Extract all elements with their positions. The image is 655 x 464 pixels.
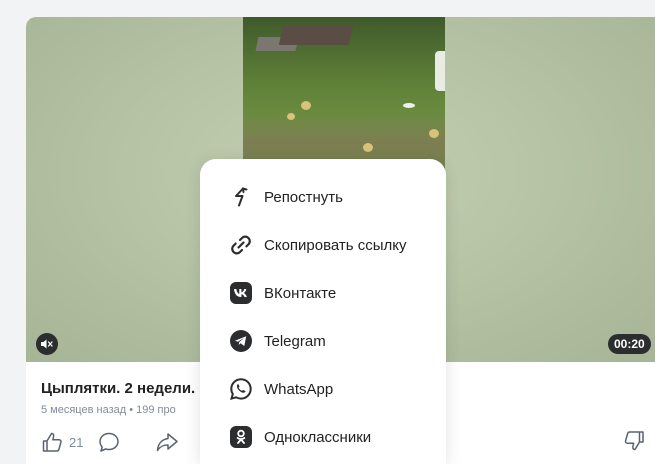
share-item-label: Репостнуть xyxy=(264,188,343,206)
thumbs-down-icon xyxy=(624,431,644,451)
dislike-button[interactable] xyxy=(622,429,646,458)
share-button[interactable] xyxy=(155,431,179,453)
video-actions: 21 xyxy=(41,427,179,457)
thumbs-up-icon xyxy=(42,432,62,452)
frame-object xyxy=(435,51,445,91)
mute-button[interactable] xyxy=(36,333,58,355)
share-item-repost[interactable]: Репостнуть xyxy=(200,173,446,221)
share-item-label: ВКонтакте xyxy=(264,284,337,302)
share-item-label: Скопировать ссылку xyxy=(264,236,407,254)
link-icon xyxy=(228,232,254,258)
mute-icon xyxy=(41,339,53,349)
telegram-icon xyxy=(228,328,254,354)
comment-button[interactable] xyxy=(97,431,121,453)
comment-icon xyxy=(99,432,120,452)
chick xyxy=(301,101,311,110)
odnoklassniki-icon xyxy=(228,424,254,450)
share-item-label: Telegram xyxy=(264,332,326,350)
like-count: 21 xyxy=(69,434,84,450)
whatsapp-icon xyxy=(228,376,254,402)
chick xyxy=(363,143,373,152)
vk-icon xyxy=(228,280,254,306)
repost-icon xyxy=(228,184,254,210)
video-duration: 00:20 xyxy=(608,334,651,354)
share-item-vk[interactable]: ВКонтакте xyxy=(200,269,446,317)
share-item-whatsapp[interactable]: WhatsApp xyxy=(200,365,446,413)
frame-object xyxy=(403,103,415,108)
like-button[interactable]: 21 xyxy=(41,431,83,453)
chick xyxy=(287,113,295,120)
share-item-copy-link[interactable]: Скопировать ссылку xyxy=(200,221,446,269)
video-meta: 5 месяцев назад • 199 про xyxy=(41,404,176,416)
share-item-label: Одноклассники xyxy=(264,428,372,446)
video-title[interactable]: Цыплятки. 2 недели. xyxy=(41,380,195,397)
share-item-odnoklassniki[interactable]: Одноклассники xyxy=(200,413,446,461)
chick xyxy=(429,129,439,138)
share-icon xyxy=(157,433,179,452)
frame-object xyxy=(278,25,354,45)
share-item-telegram[interactable]: Telegram xyxy=(200,317,446,365)
share-menu: Репостнуть Скопировать ссылку ВКонтакте xyxy=(200,159,446,464)
share-item-label: WhatsApp xyxy=(264,380,334,398)
